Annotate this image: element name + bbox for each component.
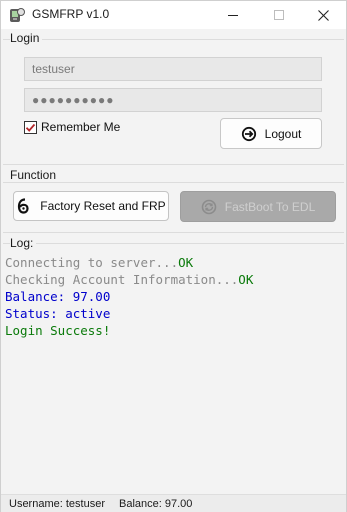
log-top-divider xyxy=(3,232,344,233)
log-line-prefix: Connecting to server... xyxy=(5,255,179,270)
title-bar[interactable]: GSMFRP v1.0 xyxy=(1,1,346,29)
log-output[interactable]: Connecting to server...OK Checking Accou… xyxy=(3,252,344,491)
window-title: GSMFRP v1.0 xyxy=(32,7,110,21)
fastboot-to-edl-label: FastBoot To EDL xyxy=(224,199,316,214)
status-balance: Balance: 97.00 xyxy=(118,497,193,510)
factory-reset-frp-label: Factory Reset and FRP xyxy=(40,199,166,213)
log-group-border xyxy=(3,243,344,244)
login-group-border xyxy=(3,39,344,40)
log-line-prefix: Login Success! xyxy=(5,323,111,338)
app-window: GSMFRP v1.0 Login Remember Me xyxy=(0,0,347,512)
username-field[interactable] xyxy=(24,57,322,81)
login-group-label: Login xyxy=(10,31,43,45)
close-button[interactable] xyxy=(300,1,346,29)
function-group-border xyxy=(3,182,344,183)
checkbox-box[interactable] xyxy=(24,120,37,134)
log-line: Login Success! xyxy=(3,322,344,339)
close-icon xyxy=(317,9,329,21)
log-line-prefix: Balance: 97.00 xyxy=(5,289,111,304)
log-line-status: OK xyxy=(238,272,254,287)
function-group-label: Function xyxy=(10,168,60,182)
gsm-app-icon xyxy=(9,7,25,23)
minimize-button[interactable] xyxy=(210,1,256,29)
log-line: Balance: 97.00 xyxy=(3,288,344,305)
log-line-prefix: Checking Account Information... xyxy=(5,272,239,287)
maximize-icon xyxy=(274,10,284,20)
log-line-status: OK xyxy=(178,255,194,270)
remember-me-checkbox[interactable]: Remember Me xyxy=(24,120,120,134)
log-line: Status: active xyxy=(3,305,344,322)
remember-me-label: Remember Me xyxy=(41,120,121,134)
log-line-prefix: Status: active xyxy=(5,306,111,321)
checkmark-icon xyxy=(25,123,36,132)
status-username: Username: testuser xyxy=(9,497,105,510)
log-group-label: Log: xyxy=(10,236,37,250)
password-field[interactable] xyxy=(24,88,322,112)
factory-reset-icon xyxy=(16,198,30,214)
log-line: Connecting to server...OK xyxy=(3,254,344,271)
logout-icon xyxy=(241,126,257,142)
minimize-icon xyxy=(228,15,238,16)
status-bar: Username: testuser Balance: 97.00 xyxy=(1,494,346,512)
logout-label: Logout xyxy=(264,126,302,141)
logout-button[interactable]: Logout xyxy=(220,118,322,149)
fastboot-icon xyxy=(201,199,217,215)
maximize-button[interactable] xyxy=(256,1,302,29)
function-top-divider xyxy=(3,164,344,165)
log-line: Checking Account Information...OK xyxy=(3,271,344,288)
factory-reset-frp-button[interactable]: Factory Reset and FRP xyxy=(13,191,169,221)
fastboot-to-edl-button[interactable]: FastBoot To EDL xyxy=(180,191,336,222)
